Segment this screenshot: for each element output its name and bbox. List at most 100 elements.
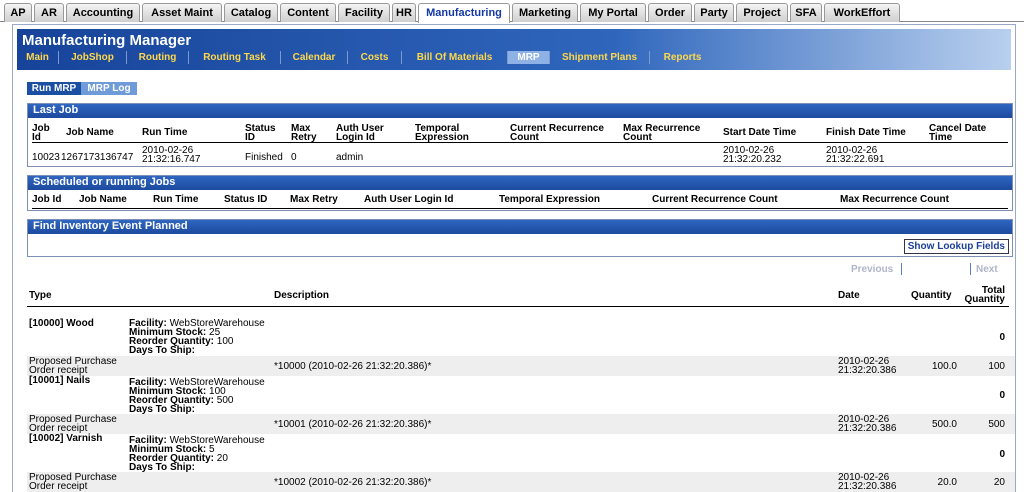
col-run-time: Run Time <box>142 127 188 138</box>
app-tab-workeffort[interactable]: WorkEffort <box>824 3 900 22</box>
app-tab-content[interactable]: Content <box>280 3 336 22</box>
col-temporal-expression: Temporal Expression <box>499 194 600 205</box>
col-start-date: Start Date Time <box>723 127 797 138</box>
event-description: *10001 (2010-02-26 21:32:20.386)* <box>274 419 432 430</box>
results-header-divider <box>27 306 1009 307</box>
cell-job-name: 1267173136747 <box>61 152 134 163</box>
app-tab-facility[interactable]: Facility <box>338 3 390 22</box>
last-job-panel: Last Job Job Id Job Name Run Time Status I… <box>27 103 1013 167</box>
last-job-title: Last Job <box>28 104 1012 118</box>
next-page-link[interactable]: Next <box>976 264 998 275</box>
event-date: 2010-02-26 21:32:20.386 <box>838 472 897 492</box>
subtab-costs[interactable]: Costs <box>347 51 401 64</box>
product-total: 0 <box>999 390 1005 401</box>
product-days-to-ship: Days To Ship: <box>129 345 195 356</box>
app-tab-order[interactable]: Order <box>648 3 692 22</box>
app-tab-hr[interactable]: HR <box>392 3 416 22</box>
pager-divider <box>901 263 902 275</box>
subtab-jobshop[interactable]: JobShop <box>58 51 126 64</box>
app-header-bar: Manufacturing Manager Main JobShop Routi… <box>17 29 1011 70</box>
find-inventory-panel: Find Inventory Event Planned Show Lookup… <box>27 219 1013 257</box>
scheduled-jobs-title: Scheduled or running Jobs <box>28 176 1012 190</box>
col-description: Description <box>274 290 330 301</box>
event-total: 500 <box>988 419 1005 430</box>
col-max-recurrence: Max Recurrence Count <box>840 194 949 205</box>
app-tab-party[interactable]: Party <box>694 3 734 22</box>
scheduled-jobs-panel: Scheduled or running Jobs Job Id Job Nam… <box>27 175 1013 211</box>
app-title: Manufacturing Manager <box>22 32 192 49</box>
header-divider <box>32 142 1008 143</box>
col-job-name: Job Name <box>79 194 127 205</box>
col-max-retry: Max Retry <box>290 194 338 205</box>
product-name: [10000] Wood <box>29 318 94 329</box>
subtab-main[interactable]: Main <box>17 51 58 64</box>
app-tab-asset-maint[interactable]: Asset Maint <box>142 3 222 22</box>
run-mrp-button[interactable]: Run MRP <box>27 82 81 95</box>
col-cancel-date: Cancel Date Time <box>929 123 987 143</box>
col-max-recurrence: Max Recurrence Count <box>623 123 701 143</box>
event-description: *10000 (2010-02-26 21:32:20.386)* <box>274 361 432 372</box>
mrp-log-button[interactable]: MRP Log <box>81 82 137 95</box>
find-inventory-body: Show Lookup Fields <box>28 234 1012 258</box>
app-tab-marketing[interactable]: Marketing <box>512 3 578 22</box>
event-quantity: 100.0 <box>931 361 957 372</box>
app-tab-ar[interactable]: AR <box>34 3 64 22</box>
subtab-routing[interactable]: Routing <box>126 51 188 64</box>
subtab-shipment-plans[interactable]: Shipment Plans <box>549 51 649 64</box>
cell-finish-date: 2010-02-26 21:32:22.691 <box>826 145 885 165</box>
col-finish-date: Finish Date Time <box>826 127 906 138</box>
cell-start-date: 2010-02-26 21:32:20.232 <box>723 145 782 165</box>
previous-page-link[interactable]: Previous <box>851 264 893 275</box>
app-tab-accounting[interactable]: Accounting <box>66 3 140 22</box>
app-tab-project[interactable]: Project <box>736 3 788 22</box>
event-type: Proposed Purchase Order receipt <box>29 472 117 492</box>
show-lookup-fields-button[interactable]: Show Lookup Fields <box>903 239 1009 254</box>
product-days-to-ship: Days To Ship: <box>129 462 195 473</box>
col-job-name: Job Name <box>66 127 114 138</box>
app-tab-catalog[interactable]: Catalog <box>224 3 278 22</box>
find-inventory-title: Find Inventory Event Planned <box>28 220 1012 234</box>
subtab-calendar[interactable]: Calendar <box>280 51 347 64</box>
col-auth-user: Auth User Login Id <box>336 123 384 143</box>
event-total: 100 <box>988 361 1005 372</box>
cell-status-id: Finished <box>245 152 283 163</box>
subtab-mrp[interactable]: MRP <box>507 51 549 64</box>
col-job-id: Job Id <box>32 123 50 143</box>
main-content: Manufacturing Manager Main JobShop Routi… <box>12 24 1016 492</box>
app-tab-ap[interactable]: AP <box>4 3 32 22</box>
col-auth-user: Auth User Login Id <box>364 194 454 205</box>
cell-auth-user: admin <box>336 152 364 163</box>
cell-job-id: 10023 <box>32 152 60 163</box>
app-tab-sfa[interactable]: SFA <box>790 3 822 22</box>
application-tab-bar: AP AR Accounting Asset Maint Catalog Con… <box>0 0 1024 23</box>
table-row: Proposed Purchase Order receipt *10001 (2… <box>27 414 1015 434</box>
col-total-quantity: Total Quantity <box>964 285 1005 305</box>
table-row: Proposed Purchase Order receipt *10000 (2… <box>27 356 1015 376</box>
subtab-bill-of-materials[interactable]: Bill Of Materials <box>401 51 507 64</box>
subtab-routing-task[interactable]: Routing Task <box>188 51 280 64</box>
subtab-reports[interactable]: Reports <box>649 51 715 64</box>
app-tab-manufacturing[interactable]: Manufacturing <box>418 3 510 23</box>
product-total: 0 <box>999 332 1005 343</box>
app-tab-my-portal[interactable]: My Portal <box>580 3 646 22</box>
col-temporal-expression: Temporal Expression <box>415 123 469 143</box>
cell-max-retry: 0 <box>291 152 297 163</box>
col-run-time: Run Time <box>153 194 199 205</box>
col-status-id: Status ID <box>224 194 268 205</box>
col-quantity: Quantity <box>911 290 952 301</box>
event-total: 20 <box>993 477 1005 488</box>
col-max-retry: Max Retry <box>291 123 317 143</box>
pager-divider <box>970 263 971 275</box>
event-description: *10002 (2010-02-26 21:32:20.386)* <box>274 477 432 488</box>
event-type: Proposed Purchase Order receipt <box>29 414 117 434</box>
event-quantity: 20.0 <box>937 477 957 488</box>
product-days-to-ship: Days To Ship: <box>129 404 195 415</box>
col-type: Type <box>29 290 52 301</box>
event-quantity: 500.0 <box>931 419 957 430</box>
event-date: 2010-02-26 21:32:20.386 <box>838 414 897 434</box>
col-current-recurrence: Current Recurrence Count <box>510 123 604 143</box>
col-status-id: Status ID <box>245 123 276 143</box>
product-name: [10002] Varnish <box>29 433 103 444</box>
event-date: 2010-02-26 21:32:20.386 <box>838 356 897 376</box>
cell-run-time: 2010-02-26 21:32:16.747 <box>142 145 201 165</box>
